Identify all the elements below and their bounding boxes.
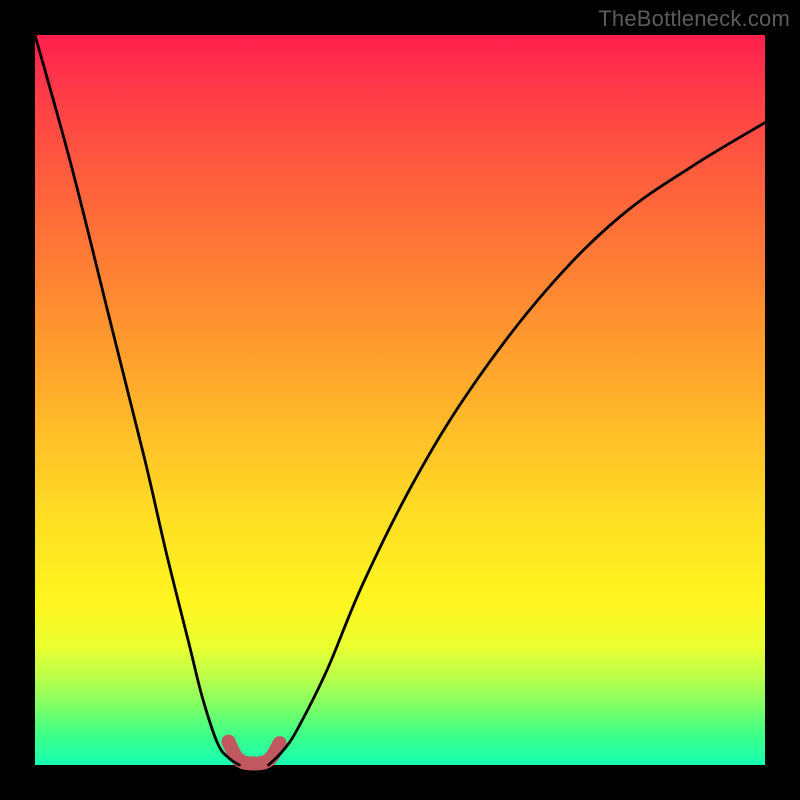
left-curve — [35, 35, 239, 765]
chart-frame: TheBottleneck.com — [0, 0, 800, 800]
curve-layer — [35, 35, 765, 765]
watermark-text: TheBottleneck.com — [598, 6, 790, 32]
plot-area — [35, 35, 765, 765]
right-curve — [269, 123, 765, 765]
